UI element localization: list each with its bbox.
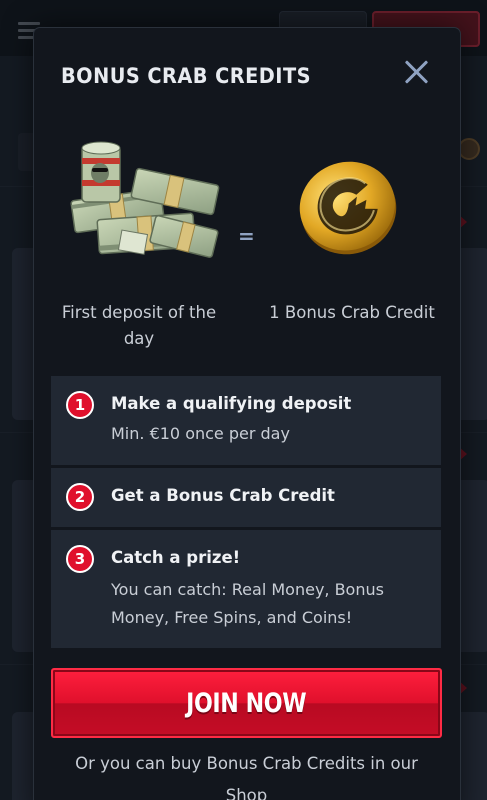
step-item: 2 Get a Bonus Crab Credit [51, 468, 441, 530]
modal-title: BONUS CRAB CREDITS [61, 64, 311, 88]
step-number-badge: 1 [66, 391, 94, 419]
step-title: Get a Bonus Crab Credit [111, 486, 335, 505]
first-deposit-caption: First deposit of the day [61, 303, 217, 348]
shop-note: Or you can buy Bonus Crab Credits in our… [75, 754, 418, 800]
step-description: Min. €10 once per day [111, 424, 290, 443]
step-item: 3 Catch a prize! You can catch: Real Mon… [51, 530, 441, 648]
crab-coin-icon [299, 161, 397, 255]
equals-sign: = [238, 224, 255, 248]
step-number-badge: 2 [66, 483, 94, 511]
money-stack-icon [70, 141, 220, 258]
bonus-credit-caption: 1 Bonus Crab Credit [269, 303, 435, 322]
step-title: Make a qualifying deposit [111, 394, 352, 413]
step-number-badge: 3 [66, 545, 94, 573]
step-description: You can catch: Real Money, Bonus Money, … [111, 580, 384, 627]
close-icon[interactable] [400, 56, 432, 88]
join-now-button[interactable]: JOIN NOW [51, 668, 442, 738]
step-title: Catch a prize! [111, 548, 241, 567]
join-now-label: JOIN NOW [186, 687, 307, 719]
steps-list: 1 Make a qualifying deposit Min. €10 onc… [51, 376, 441, 648]
bonus-crab-credits-modal: BONUS CRAB CREDITS = First deposit of th… [34, 28, 460, 800]
step-item: 1 Make a qualifying deposit Min. €10 onc… [51, 376, 441, 468]
